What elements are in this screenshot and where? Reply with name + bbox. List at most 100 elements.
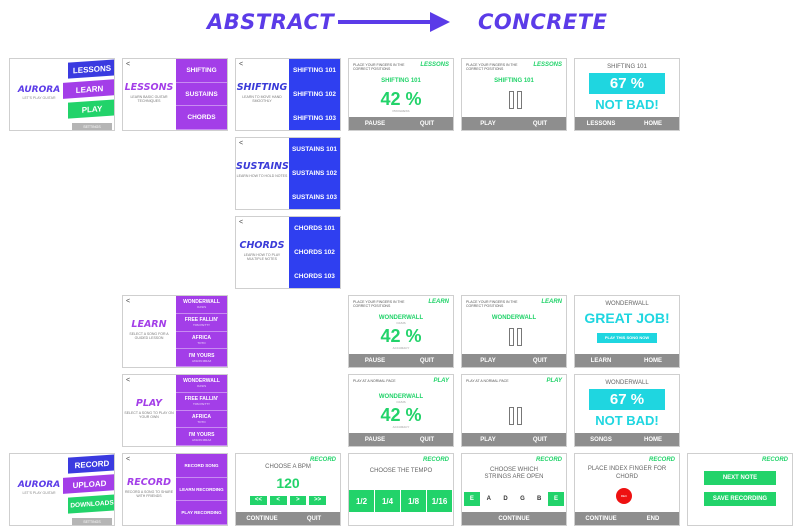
- pause-icon: [517, 407, 522, 425]
- sustains-screen: < SUSTAINS LEARN HOW TO HOLD NOTES SUSTAI…: [235, 137, 341, 210]
- learn-button[interactable]: LEARN: [575, 354, 627, 367]
- string-option[interactable]: E: [464, 492, 480, 506]
- play-song-button[interactable]: PLAY THIS SONG NOW: [597, 333, 657, 343]
- bpm-value: 120: [276, 475, 300, 491]
- menu-item[interactable]: SHIFTING 103: [289, 106, 340, 130]
- chords-screen: < CHORDS LEARN HOW TO PLAY MULTIPLE NOTES…: [235, 216, 341, 289]
- menu-item[interactable]: CHORDS: [176, 106, 227, 130]
- menu-item[interactable]: RECORD SONG: [176, 454, 227, 478]
- percent-caption: ACCURACY: [392, 425, 410, 429]
- song-item[interactable]: AFRICA TOTO: [176, 411, 227, 429]
- quit-button[interactable]: QUIT: [514, 354, 566, 367]
- song-item[interactable]: FREE FALLIN' TOM PETTY: [176, 393, 227, 411]
- continue-button[interactable]: CONTINUE: [575, 512, 627, 525]
- home-button[interactable]: HOME: [627, 433, 679, 446]
- tab-upload[interactable]: UPLOAD: [63, 474, 114, 494]
- settings-bar[interactable]: SETTINGS: [72, 123, 112, 130]
- lesson-result-screen: SHIFTING 101 67 % NOT BAD! LESSONS HOME: [574, 58, 680, 131]
- song-item[interactable]: FREE FALLIN' TOM PETTY: [176, 314, 227, 332]
- bpm-up-fast-button[interactable]: >>: [309, 496, 326, 505]
- tab-learn[interactable]: LEARN: [63, 79, 114, 99]
- brand: AURORA LET'S PLAY GUITAR: [17, 85, 61, 100]
- mode-tag: RECORD: [535, 457, 562, 463]
- pause-button[interactable]: PAUSE: [349, 117, 401, 130]
- percent-caption: PROGRESS: [392, 109, 410, 113]
- back-icon[interactable]: <: [126, 456, 130, 463]
- tempo-option[interactable]: 1/4: [375, 490, 401, 512]
- settings-bar[interactable]: SETTINGS: [72, 518, 112, 525]
- song-item[interactable]: AFRICA TOTO: [176, 332, 227, 350]
- tab-record[interactable]: RECORD: [68, 454, 114, 474]
- record-button[interactable]: REC: [616, 488, 632, 504]
- tempo-option[interactable]: 1/2: [349, 490, 375, 512]
- home-button[interactable]: HOME: [627, 117, 679, 130]
- bpm-down-fast-button[interactable]: <<: [250, 496, 267, 505]
- bpm-screen: RECORD CHOOSE A BPM 120 << < > >> CONTIN…: [235, 453, 341, 526]
- menu-item[interactable]: PLAY RECORDING: [176, 501, 227, 525]
- play-button[interactable]: PLAY: [462, 117, 514, 130]
- pause-button[interactable]: PAUSE: [349, 433, 401, 446]
- bpm-down-button[interactable]: <: [269, 496, 287, 505]
- string-option[interactable]: G: [514, 492, 530, 506]
- menu-item[interactable]: SHIFTING: [176, 59, 227, 83]
- menu-item[interactable]: CHORDS 103: [289, 264, 340, 288]
- mode-tag: LEARN: [428, 299, 449, 305]
- page-subtitle: LEARN BASIC GUITAR TECHNIQUES: [130, 95, 168, 103]
- song-list: WONDERWALL OASIS FREE FALLIN' TOM PETTY AF…: [176, 296, 227, 367]
- menu-item[interactable]: SUSTAINS 102: [289, 162, 340, 186]
- quit-button[interactable]: QUIT: [401, 117, 453, 130]
- menu-item[interactable]: CHORDS 102: [289, 241, 340, 265]
- tempo-option[interactable]: 1/16: [427, 490, 453, 512]
- menu-item[interactable]: SHIFTING 101: [289, 59, 340, 83]
- quit-button[interactable]: QUIT: [514, 433, 566, 446]
- quit-button[interactable]: QUIT: [401, 433, 453, 446]
- tab-downloads[interactable]: DOWNLOADS: [68, 494, 114, 514]
- play-button[interactable]: PLAY: [462, 354, 514, 367]
- menu-item[interactable]: SUSTAINS 101: [289, 138, 340, 162]
- menu-item[interactable]: LEARN RECORDING: [176, 478, 227, 502]
- song-item[interactable]: I'M YOURS JASON MRAZ: [176, 349, 227, 367]
- instruction: PLACE YOUR FINGERS IN THE CORRECT POSITI…: [466, 63, 518, 71]
- learn-active-screen: PLACE YOUR FINGERS IN THE CORRECT POSITI…: [348, 295, 454, 368]
- learn-result-screen: WONDERWALL GREAT JOB! PLAY THIS SONG NOW…: [574, 295, 680, 368]
- tab-lessons[interactable]: LESSONS: [68, 59, 114, 79]
- quit-button[interactable]: QUIT: [288, 512, 340, 525]
- lesson-paused-screen: PLACE YOUR FINGERS IN THE CORRECT POSITI…: [461, 58, 567, 131]
- abstract-label: ABSTRACT: [207, 10, 335, 34]
- menu-item[interactable]: SHIFTING 102: [289, 83, 340, 107]
- continue-button[interactable]: CONTINUE: [462, 512, 566, 525]
- song-item[interactable]: WONDERWALL OASIS: [176, 375, 227, 393]
- tempo-option[interactable]: 1/8: [401, 490, 427, 512]
- next-note-button[interactable]: NEXT NOTE: [704, 471, 776, 485]
- continue-button[interactable]: CONTINUE: [236, 512, 288, 525]
- bpm-up-button[interactable]: >: [289, 496, 307, 505]
- menu-item[interactable]: CHORDS 101: [289, 217, 340, 241]
- song-item[interactable]: WONDERWALL OASIS: [176, 296, 227, 314]
- back-icon[interactable]: <: [126, 61, 130, 68]
- play-active-screen: PLAY AT A NORMAL PACE PLAY WONDERWALL OA…: [348, 374, 454, 447]
- end-button[interactable]: END: [627, 512, 679, 525]
- back-icon[interactable]: <: [126, 377, 130, 384]
- songs-button[interactable]: SONGS: [575, 433, 627, 446]
- score: 67 %: [589, 73, 665, 94]
- play-button[interactable]: PLAY: [462, 433, 514, 446]
- menu-item[interactable]: SUSTAINS 103: [289, 185, 340, 209]
- string-option[interactable]: D: [498, 492, 514, 506]
- string-option[interactable]: B: [531, 492, 547, 506]
- lessons-button[interactable]: LESSONS: [575, 117, 627, 130]
- back-icon[interactable]: <: [239, 219, 243, 226]
- back-icon[interactable]: <: [239, 140, 243, 147]
- menu-item[interactable]: SUSTAINS: [176, 83, 227, 107]
- quit-button[interactable]: QUIT: [514, 117, 566, 130]
- tab-play[interactable]: PLAY: [68, 99, 114, 119]
- song-item[interactable]: I'M YOURS JASON MRAZ: [176, 428, 227, 446]
- string-option[interactable]: E: [548, 492, 564, 506]
- pause-button[interactable]: PAUSE: [349, 354, 401, 367]
- back-icon[interactable]: <: [126, 298, 130, 305]
- back-icon[interactable]: <: [239, 61, 243, 68]
- string-option[interactable]: A: [481, 492, 497, 506]
- learn-screen: < LEARN SELECT A SONG FOR A GUIDED LESSON…: [122, 295, 228, 368]
- save-recording-button[interactable]: SAVE RECORDING: [704, 492, 776, 506]
- quit-button[interactable]: QUIT: [401, 354, 453, 367]
- home-button[interactable]: HOME: [627, 354, 679, 367]
